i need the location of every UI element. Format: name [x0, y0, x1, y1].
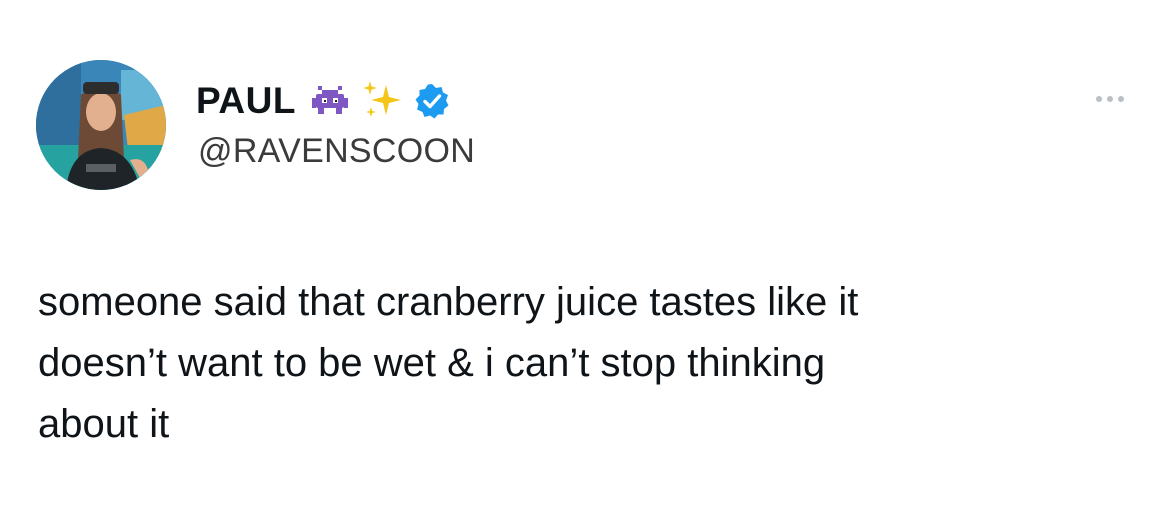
ellipsis-icon [1118, 96, 1124, 102]
display-name[interactable]: PAUL [196, 80, 296, 122]
alien-monster-icon [310, 84, 350, 118]
verified-badge-icon [414, 83, 450, 119]
more-options-button[interactable] [1092, 92, 1128, 106]
author-handle[interactable]: @RAVENSCOON [198, 132, 475, 171]
author-name-row: PAUL [196, 76, 450, 126]
ellipsis-icon [1096, 96, 1102, 102]
tweet-text: someone said that cranberry juice tastes… [38, 280, 859, 446]
sparkles-icon [360, 79, 404, 123]
tweet-card: PAUL @RAVENSCOON someone said that cranb… [0, 0, 1170, 530]
ellipsis-icon [1107, 96, 1113, 102]
avatar[interactable] [36, 60, 166, 190]
avatar-photo [36, 60, 166, 190]
